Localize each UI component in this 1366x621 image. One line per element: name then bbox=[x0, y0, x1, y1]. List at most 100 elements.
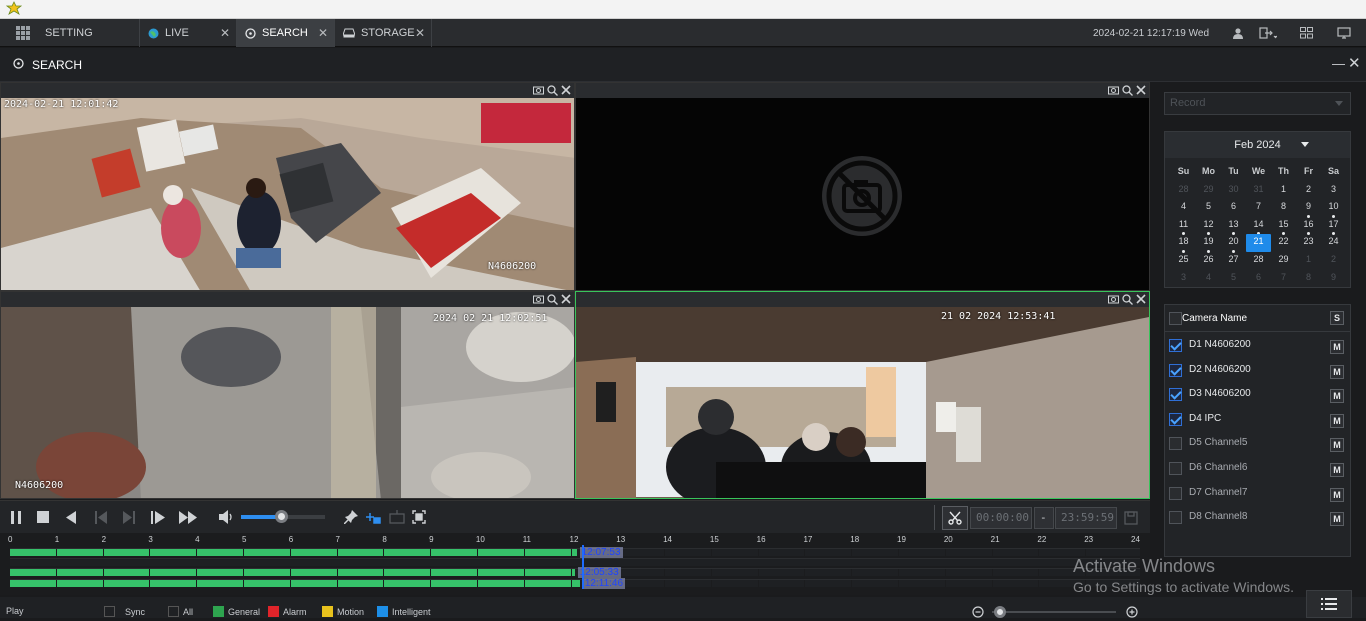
main-stream-button[interactable]: M bbox=[1330, 487, 1344, 502]
volume-icon[interactable] bbox=[217, 509, 235, 525]
camera-checkbox[interactable] bbox=[1169, 437, 1182, 451]
calendar-day[interactable]: 30 bbox=[1221, 182, 1246, 200]
tab-storage[interactable]: STORAGE ✕ bbox=[335, 19, 432, 47]
calendar-day[interactable]: 25 bbox=[1171, 252, 1196, 270]
clip-start-time-field[interactable]: 00:00:00 bbox=[970, 507, 1032, 529]
calendar-day[interactable]: 2 bbox=[1296, 182, 1321, 200]
pin-icon[interactable] bbox=[342, 509, 360, 525]
snapshot-icon[interactable] bbox=[533, 85, 544, 99]
main-stream-button[interactable]: M bbox=[1330, 340, 1344, 354]
calendar-day[interactable]: 15 bbox=[1271, 217, 1296, 236]
playback-view-1[interactable]: 2024-02-21 12:01:42 N4606200 bbox=[0, 82, 575, 291]
camera-checkbox[interactable] bbox=[1169, 486, 1182, 500]
smart-search-icon[interactable] bbox=[364, 509, 382, 525]
tab-search[interactable]: SEARCH ✕ bbox=[237, 19, 335, 47]
calendar-day[interactable]: 3 bbox=[1171, 270, 1196, 288]
stream-mode-button[interactable]: S bbox=[1330, 311, 1344, 325]
calendar-day[interactable]: 8 bbox=[1296, 270, 1321, 288]
calendar-day[interactable]: 29 bbox=[1196, 182, 1221, 200]
filter-alarm[interactable]: Alarm bbox=[268, 606, 307, 617]
calendar-day[interactable]: 4 bbox=[1171, 199, 1196, 217]
calendar-day[interactable]: 11 bbox=[1171, 217, 1196, 236]
checkbox-box[interactable] bbox=[104, 606, 115, 617]
checkbox-box[interactable] bbox=[168, 606, 179, 617]
select-all-checkbox[interactable] bbox=[1169, 312, 1182, 325]
calendar-day[interactable]: 4 bbox=[1196, 270, 1221, 288]
playback-view-2[interactable] bbox=[575, 82, 1150, 291]
camera-row[interactable]: D2 N4606200 M bbox=[1165, 359, 1350, 383]
calendar-day[interactable]: 10 bbox=[1321, 199, 1346, 218]
reverse-play-button[interactable] bbox=[62, 509, 80, 525]
camera-row[interactable]: D3 N4606200 M bbox=[1165, 383, 1350, 407]
calendar-day[interactable]: 28 bbox=[1246, 252, 1271, 270]
tab-live[interactable]: LIVE ✕ bbox=[140, 19, 237, 47]
playback-view-3[interactable]: 2024 02 21 12:02:51 N4606200 bbox=[0, 291, 575, 499]
calendar-day[interactable]: 5 bbox=[1221, 270, 1246, 288]
file-list-button[interactable] bbox=[1306, 590, 1352, 618]
zoom-icon[interactable] bbox=[1122, 294, 1133, 308]
zoom-icon[interactable] bbox=[547, 294, 558, 308]
calendar-day[interactable]: 7 bbox=[1246, 199, 1271, 217]
minimize-button[interactable]: — bbox=[1332, 56, 1345, 71]
close-icon[interactable]: ✕ bbox=[220, 26, 230, 40]
record-type-select[interactable]: Record bbox=[1164, 92, 1351, 115]
calendar-day[interactable]: 22 bbox=[1271, 234, 1296, 252]
pause-button[interactable] bbox=[7, 509, 25, 525]
filter-checkbox[interactable] bbox=[268, 606, 279, 617]
calendar-day[interactable]: 7 bbox=[1271, 270, 1296, 288]
snapshot-icon[interactable] bbox=[1108, 85, 1119, 99]
logout-icon[interactable] bbox=[1259, 25, 1277, 41]
timeline-channel-row[interactable] bbox=[10, 548, 1140, 556]
main-stream-button[interactable]: M bbox=[1330, 512, 1344, 527]
camera-row[interactable]: D4 IPC M bbox=[1165, 408, 1350, 432]
all-checkbox[interactable]: All bbox=[168, 606, 193, 617]
timeline-position-cursor[interactable] bbox=[582, 545, 584, 589]
clip-end-time-field[interactable]: 23:59:59 bbox=[1055, 507, 1117, 529]
playback-view-4[interactable]: 21 02 2024 12:53:41 bbox=[575, 291, 1150, 499]
volume-slider-handle[interactable] bbox=[275, 510, 289, 523]
next-frame-button[interactable] bbox=[120, 509, 138, 525]
camera-checkbox[interactable] bbox=[1169, 462, 1182, 475]
timeline-channel-row[interactable] bbox=[10, 558, 1140, 566]
calendar-day[interactable]: 9 bbox=[1321, 270, 1346, 288]
camera-checkbox[interactable] bbox=[1169, 511, 1182, 525]
camera-checkbox[interactable] bbox=[1169, 412, 1182, 426]
previous-frame-button[interactable] bbox=[92, 509, 110, 525]
tab-setting[interactable]: SETTING bbox=[0, 19, 140, 47]
main-stream-button[interactable]: M bbox=[1330, 438, 1344, 453]
volume-slider[interactable] bbox=[241, 510, 325, 523]
calendar-day[interactable]: 18 bbox=[1171, 234, 1196, 253]
calendar-month-selector[interactable]: Feb 2024 bbox=[1165, 132, 1350, 158]
calendar-day[interactable]: 24 bbox=[1321, 234, 1346, 252]
camera-row[interactable]: D5 Channel5 M bbox=[1165, 432, 1350, 456]
close-view-icon[interactable] bbox=[1136, 294, 1146, 308]
calendar-day[interactable]: 2 bbox=[1321, 252, 1346, 270]
save-clip-button[interactable] bbox=[1121, 508, 1141, 528]
calendar-day[interactable]: 6 bbox=[1246, 270, 1271, 288]
close-button[interactable]: ✕ bbox=[1348, 54, 1361, 72]
close-view-icon[interactable] bbox=[561, 85, 571, 99]
calendar-day[interactable]: 1 bbox=[1296, 252, 1321, 270]
playback-timeline[interactable]: 0 1 2 3 4 5 6 7 8 9 10 11 12 13 14 15 16 17 18 19 20 21 22 23 24… bbox=[0, 533, 1150, 595]
filter-motion[interactable]: Motion bbox=[322, 606, 364, 617]
calendar-day-selected[interactable]: 21 bbox=[1246, 234, 1271, 252]
filter-general[interactable]: General bbox=[213, 606, 260, 617]
filter-intelligent[interactable]: Intelligent bbox=[377, 606, 431, 617]
slow-play-button[interactable] bbox=[149, 509, 167, 525]
camera-checkbox[interactable] bbox=[1169, 388, 1182, 402]
zoom-icon[interactable] bbox=[1122, 85, 1133, 99]
calendar-day[interactable]: 5 bbox=[1196, 199, 1221, 217]
sync-checkbox[interactable]: Sync bbox=[104, 606, 145, 617]
snapshot-icon[interactable] bbox=[1108, 294, 1119, 308]
calendar-day[interactable]: 26 bbox=[1196, 252, 1221, 270]
calendar-day[interactable]: 23 bbox=[1296, 234, 1321, 252]
timeline-zoom-handle[interactable] bbox=[994, 606, 1006, 618]
clip-scissors-button[interactable] bbox=[942, 506, 968, 530]
close-view-icon[interactable] bbox=[1136, 85, 1146, 99]
calendar-day[interactable]: 19 bbox=[1196, 234, 1221, 253]
zoom-out-icon[interactable] bbox=[972, 606, 984, 621]
stop-button[interactable] bbox=[34, 509, 52, 525]
calendar-day[interactable]: 14 bbox=[1246, 217, 1271, 236]
camera-row[interactable]: D6 Channel6 M bbox=[1165, 457, 1350, 481]
close-icon[interactable]: ✕ bbox=[415, 26, 425, 40]
